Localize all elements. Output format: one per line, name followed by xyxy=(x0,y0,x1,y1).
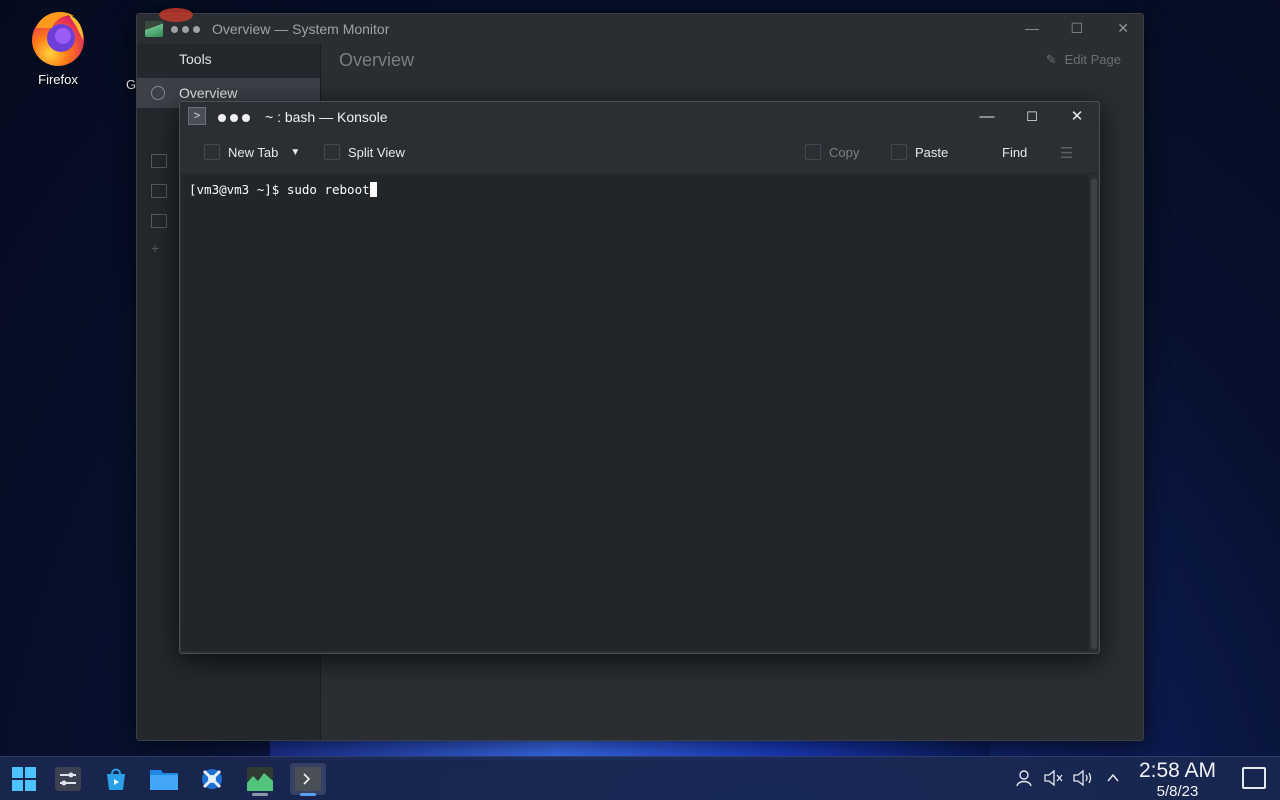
paste-label: Paste xyxy=(915,144,949,160)
konsole-toolbar: New Tab ▼ Split View Copy Paste Find ☰ xyxy=(180,132,1099,174)
start-menu-icon[interactable] xyxy=(6,763,42,795)
system-settings-icon[interactable] xyxy=(50,763,86,795)
konsole-app-icon: > xyxy=(188,107,206,125)
active-indicator xyxy=(300,793,316,796)
konsole-titlebar[interactable]: > ~ : bash — Konsole — ☐ ✕ xyxy=(180,102,1099,132)
konsole-window[interactable]: > ~ : bash — Konsole — ☐ ✕ New Tab ▼ Spl… xyxy=(179,101,1100,654)
paste-icon xyxy=(891,144,907,160)
edit-icon: ✎ xyxy=(1045,52,1057,67)
desktop-icon-label: Firefox xyxy=(38,72,78,87)
minimize-icon[interactable]: — xyxy=(976,106,998,128)
terminal-prompt: [vm3@vm3 ~]$ xyxy=(189,182,287,197)
clock-time: 2:58 AM xyxy=(1138,759,1216,782)
applications-icon[interactable] xyxy=(151,154,167,168)
dolphin-files-icon[interactable] xyxy=(146,763,182,795)
close-icon[interactable]: ✕ xyxy=(1117,20,1129,37)
terminal-command: sudo reboot xyxy=(286,182,370,197)
konsole-window-title: ~ : bash — Konsole xyxy=(265,109,388,125)
search-icon xyxy=(978,144,994,160)
show-desktop-button[interactable] xyxy=(1242,767,1266,789)
copy-icon xyxy=(805,144,821,160)
clock[interactable]: 2:58 AM 5/8/23 xyxy=(1139,759,1216,800)
sysmon-titlebar[interactable]: Overview — System Monitor — ☐ ✕ xyxy=(137,8,1143,44)
split-view-button[interactable]: Split View xyxy=(324,144,405,160)
volume-icon[interactable] xyxy=(1073,769,1095,791)
konsole-icon[interactable] xyxy=(290,763,326,796)
firefox-icon xyxy=(28,8,88,68)
split-view-label: Split View xyxy=(348,144,405,160)
close-icon[interactable]: ✕ xyxy=(1066,106,1088,128)
add-page-icon[interactable]: + xyxy=(151,240,159,256)
window-menu-dots-icon[interactable] xyxy=(218,114,250,122)
desktop-icon-partial[interactable]: G xyxy=(96,77,136,92)
user-status-icon[interactable] xyxy=(1016,769,1034,791)
page-title: Overview xyxy=(339,50,415,70)
history-icon[interactable] xyxy=(151,184,167,198)
chevron-down-icon[interactable]: ▼ xyxy=(290,147,300,158)
find-button[interactable]: Find xyxy=(978,144,1027,160)
maximize-icon[interactable]: ☐ xyxy=(1021,106,1043,128)
terminal-scrollbar[interactable] xyxy=(1091,179,1097,649)
sidebar-header-tools[interactable]: Tools xyxy=(137,44,320,74)
window-overlap-artifact xyxy=(159,8,193,22)
system-monitor-icon[interactable] xyxy=(242,763,278,796)
desktop-icon-label: G xyxy=(126,77,137,92)
copy-label: Copy xyxy=(829,144,860,160)
split-view-icon xyxy=(324,144,340,160)
taskbar: 2:58 AM 5/8/23 xyxy=(0,756,1280,800)
overview-icon xyxy=(151,86,165,100)
window-menu-dots-icon[interactable] xyxy=(171,25,200,33)
find-label: Find xyxy=(1002,144,1028,160)
new-tab-label: New Tab xyxy=(228,144,279,160)
clock-date: 5/8/23 xyxy=(1156,783,1199,800)
expand-tray-icon[interactable] xyxy=(1106,769,1120,791)
new-tab-icon xyxy=(204,144,220,160)
discover-store-icon[interactable] xyxy=(98,763,134,795)
processes-icon[interactable] xyxy=(151,214,167,228)
hamburger-menu-icon[interactable]: ☰ xyxy=(1060,144,1073,162)
kde-connect-icon[interactable] xyxy=(194,763,230,795)
copy-button[interactable]: Copy xyxy=(805,144,859,160)
system-monitor-app-icon xyxy=(145,21,163,37)
edit-page-button[interactable]: ✎ Edit Page xyxy=(1046,52,1121,68)
desktop-icon-firefox[interactable]: Firefox xyxy=(18,8,98,87)
sysmon-window-title: Overview — System Monitor xyxy=(212,21,390,37)
new-tab-button[interactable]: New Tab ▼ xyxy=(204,144,300,160)
minimize-icon[interactable]: — xyxy=(1025,20,1039,36)
text-cursor xyxy=(369,182,377,197)
paste-button[interactable]: Paste xyxy=(891,144,948,160)
mic-muted-icon[interactable] xyxy=(1044,769,1064,791)
sidebar-item-label: Overview xyxy=(179,85,238,101)
running-indicator xyxy=(252,793,268,796)
maximize-icon[interactable]: ☐ xyxy=(1070,20,1083,37)
terminal-output[interactable]: [vm3@vm3 ~]$ sudo reboot xyxy=(181,175,1089,651)
edit-page-label: Edit Page xyxy=(1064,52,1121,67)
